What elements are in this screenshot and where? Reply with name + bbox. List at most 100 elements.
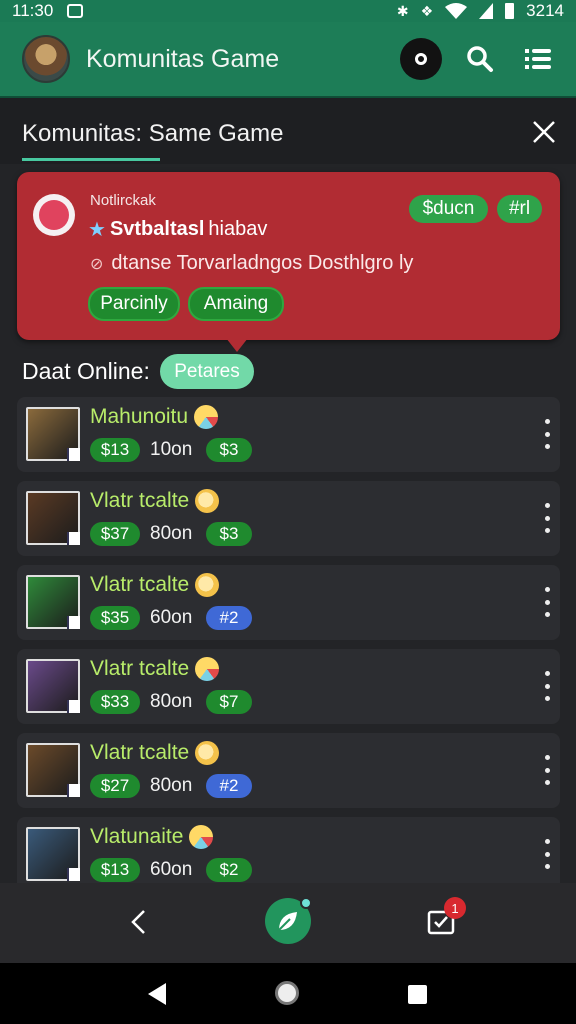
notification-tag-1[interactable]: $ducn — [409, 195, 488, 223]
signal-icon — [479, 3, 494, 19]
online-label: Daat Online: — [22, 358, 150, 384]
page-title: Komunitas: Same Game — [22, 120, 284, 147]
item-name: Vlatr tcalte — [90, 741, 190, 764]
record-icon — [415, 53, 427, 65]
compose-button[interactable] — [265, 897, 312, 944]
more-options-icon[interactable] — [543, 671, 551, 701]
status-time: 11:30 — [12, 1, 54, 20]
leaf-icon — [278, 912, 297, 931]
notification-headline-bold: Svtbaltasl — [109, 218, 205, 240]
more-options-icon[interactable] — [543, 419, 551, 449]
more-options-icon[interactable] — [543, 503, 551, 533]
active-tab-indicator — [22, 158, 160, 161]
system-back-icon[interactable] — [148, 983, 166, 1005]
close-icon[interactable] — [530, 118, 558, 146]
notification-tag-2[interactable]: #rl — [497, 195, 542, 223]
more-options-icon[interactable] — [543, 839, 551, 869]
list-item[interactable]: Mahunoitu $13 10on $3 — [17, 397, 560, 472]
fab-indicator-dot — [300, 897, 312, 909]
system-nav — [0, 963, 576, 1024]
notification-body-text: dtanse Torvarladngos Dosthlgro ly — [111, 252, 414, 274]
list-menu-icon — [525, 49, 551, 69]
emoji-icon — [195, 741, 220, 765]
item-time: 80on — [150, 523, 193, 544]
thumbnail-badge-icon — [67, 448, 80, 461]
system-recents-icon[interactable] — [408, 985, 427, 1004]
item-name-row: Vlatunaite — [90, 825, 214, 849]
notification-logo-icon — [33, 194, 75, 236]
emoji-icon — [194, 405, 219, 429]
rank-badge: #2 — [206, 606, 252, 630]
emoji-icon — [189, 825, 214, 849]
avatar[interactable] — [22, 35, 70, 83]
emoji-icon — [195, 657, 220, 681]
game-thumbnail — [26, 659, 80, 713]
game-thumbnail — [26, 407, 80, 461]
item-name: Vlatr tcalte — [90, 573, 190, 596]
game-thumbnail — [26, 743, 80, 797]
battery-icon — [505, 3, 515, 19]
notification-headline: ★ Svtbaltasl hiabav — [88, 217, 267, 242]
rank-badge: $3 — [206, 438, 252, 462]
star-icon: ★ — [88, 219, 106, 241]
online-filter-chip[interactable]: Petares — [160, 354, 254, 389]
price-badge: $37 — [90, 522, 140, 546]
list-item[interactable]: Vlatr tcalte $35 60on #2 — [17, 565, 560, 640]
item-time: 80on — [150, 775, 193, 796]
status-battery-text: 3214 — [526, 1, 564, 20]
item-name-row: Mahunoitu — [90, 405, 219, 429]
list-item[interactable]: Vlatr tcalte $37 80on $3 — [17, 481, 560, 556]
emoji-icon — [195, 573, 220, 597]
game-thumbnail — [26, 827, 80, 881]
item-name: Mahunoitu — [90, 405, 189, 428]
item-time: 60on — [150, 607, 193, 628]
item-meta: $13 60on $2 — [90, 858, 252, 882]
game-thumbnail — [26, 491, 80, 545]
list-item[interactable]: Vlatunaite $13 60on $2 — [17, 817, 560, 892]
thumbnail-badge-icon — [67, 700, 80, 713]
bluetooth-icon: ✱ — [396, 2, 409, 19]
sub-header: Komunitas: Same Game — [0, 98, 576, 164]
bottom-nav: 1 — [0, 883, 576, 963]
item-name-row: Vlatr tcalte — [90, 657, 220, 681]
item-name-row: Vlatr tcalte — [90, 489, 220, 513]
notification-pointer — [226, 338, 248, 352]
price-badge: $35 — [90, 606, 140, 630]
emoji-icon — [195, 489, 220, 513]
item-name: Vlatr tcalte — [90, 657, 190, 680]
back-icon[interactable] — [124, 907, 154, 937]
inbox-badge: 1 — [444, 897, 466, 919]
item-time: 10on — [150, 439, 193, 460]
notification-button-1[interactable]: Parcinly — [88, 287, 180, 321]
notification-button-2[interactable]: Amaing — [188, 287, 284, 321]
search-button[interactable] — [460, 39, 500, 79]
thumbnail-badge-icon — [67, 532, 80, 545]
list-item[interactable]: Vlatr tcalte $33 80on $7 — [17, 649, 560, 724]
record-button[interactable] — [400, 38, 442, 80]
search-icon — [467, 46, 493, 72]
price-badge: $13 — [90, 438, 140, 462]
game-thumbnail — [26, 575, 80, 629]
more-options-icon[interactable] — [543, 755, 551, 785]
app-title: Komunitas Game — [86, 44, 280, 73]
item-meta: $37 80on $3 — [90, 522, 252, 546]
item-meta: $13 10on $3 — [90, 438, 252, 462]
price-badge: $27 — [90, 774, 140, 798]
pill-icon: ⊘ — [90, 255, 104, 273]
item-name-row: Vlatr tcalte — [90, 741, 220, 765]
notification-icon — [67, 4, 84, 18]
list-item[interactable]: Vlatr tcalte $27 80on #2 — [17, 733, 560, 808]
price-badge: $13 — [90, 858, 140, 882]
item-name: Vlatunaite — [90, 825, 184, 848]
system-home-icon[interactable] — [275, 981, 299, 1005]
item-time: 80on — [150, 691, 193, 712]
rank-badge: $3 — [206, 522, 252, 546]
more-options-icon[interactable] — [543, 587, 551, 617]
notification-label: Notlirckak — [90, 192, 156, 209]
notification-headline-rest: hiabav — [208, 218, 268, 240]
thumbnail-badge-icon — [67, 784, 80, 797]
item-name: Vlatr tcalte — [90, 489, 190, 512]
wifi-icon — [445, 3, 468, 19]
menu-button[interactable] — [518, 39, 558, 79]
sync-icon: ❖ — [420, 2, 434, 19]
